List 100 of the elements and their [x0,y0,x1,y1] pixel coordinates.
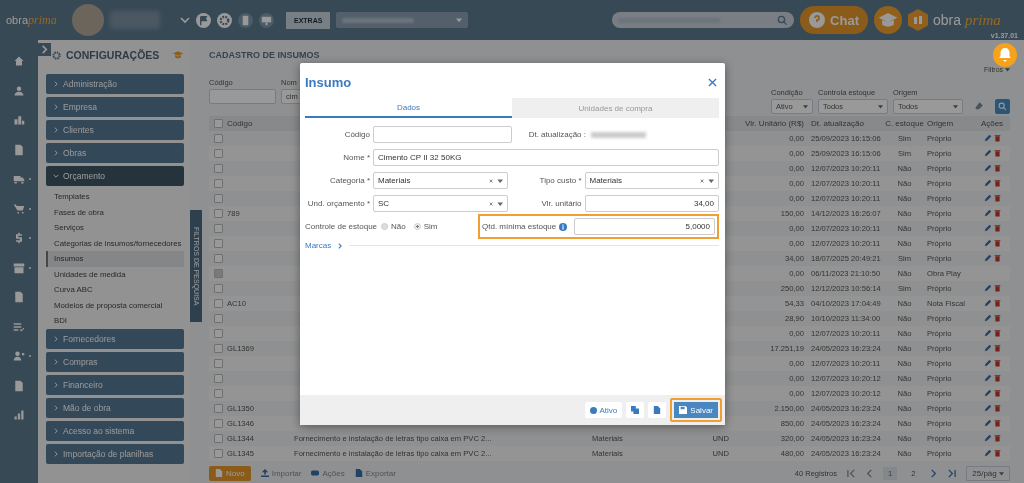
unit-select[interactable]: SC [373,195,508,212]
menu-group[interactable]: Mão de obra [46,397,184,418]
trash-icon[interactable] [993,209,1001,218]
trash-icon[interactable] [993,359,1001,368]
search-icon[interactable] [777,14,789,26]
info-icon[interactable] [559,222,568,231]
checkbox[interactable] [214,283,223,293]
eraser-icon[interactable] [974,100,984,111]
checkbox[interactable] [214,388,223,398]
min-stock-field[interactable]: 5,0000 [574,218,715,235]
next-page-icon[interactable] [929,468,939,478]
users-icon[interactable] [13,350,25,362]
menu-group[interactable]: Administração [46,74,184,94]
trash-icon[interactable] [993,344,1001,353]
trash-icon[interactable] [993,299,1001,308]
trash-icon[interactable] [993,149,1001,158]
checkbox[interactable] [214,193,223,203]
checkbox[interactable] [214,373,223,383]
price-field[interactable]: 34,00 [584,195,719,212]
trash-icon[interactable] [993,164,1001,173]
trash-icon[interactable] [993,389,1001,398]
buildings-icon[interactable] [13,114,25,126]
checkbox[interactable] [214,178,223,188]
cost-type-select[interactable]: Materiais [584,172,719,189]
menu-group[interactable]: Clientes [46,120,184,140]
trash-icon[interactable] [993,404,1001,413]
list-check-icon[interactable] [13,320,25,333]
trash-icon[interactable] [993,134,1001,143]
checkbox[interactable] [214,223,223,233]
bell-icon[interactable] [993,43,1017,67]
checkbox[interactable] [214,118,223,128]
dollar-icon[interactable] [13,232,25,244]
filter-field[interactable] [209,88,276,104]
trash-icon[interactable] [993,434,1001,443]
chevron-icon[interactable] [180,15,190,25]
checkbox[interactable] [214,328,223,338]
flag-icon[interactable] [196,12,211,28]
radio-option[interactable]: Não [381,222,406,231]
trash-icon[interactable] [993,314,1001,323]
clear-caret-icon[interactable] [700,177,714,184]
checkbox[interactable] [214,418,223,428]
menu-group[interactable]: Empresa [46,97,184,117]
save-button[interactable]: Salvar [674,402,718,418]
trash-icon[interactable] [993,284,1001,293]
home-icon[interactable] [13,55,25,67]
search-button[interactable] [995,98,1010,114]
graduation-cap-icon[interactable] [172,49,184,61]
active-toggle[interactable]: Ativo [584,402,623,418]
trash-icon[interactable] [993,254,1001,263]
menu-group[interactable]: Acesso ao sistema [46,420,184,441]
user-icon[interactable] [13,84,25,97]
checkbox[interactable] [214,238,223,248]
clear-caret-icon[interactable] [488,200,503,207]
document-icon[interactable] [13,379,25,392]
settings-icon[interactable] [217,12,232,28]
brands-link[interactable]: Marcas [305,241,332,250]
cart-icon[interactable] [13,202,25,215]
graduation-cap-icon[interactable] [874,6,902,34]
trash-icon[interactable] [993,374,1001,383]
previous-page-icon[interactable] [864,468,874,478]
menu-group[interactable]: Fornecedores [46,328,184,349]
last-page-icon[interactable] [947,468,957,478]
chevron-icon[interactable] [337,242,344,249]
code-field[interactable] [373,126,512,143]
monitor-icon[interactable] [259,12,274,28]
tab[interactable]: Unidades de compra [512,98,719,118]
page-size-select[interactable]: 25/pág [966,465,1010,481]
document-icon[interactable] [13,143,25,156]
close-icon[interactable] [708,77,717,87]
checkbox[interactable] [214,298,223,308]
menu-group[interactable]: Orçamento [46,166,184,186]
menu-group[interactable]: Compras [46,351,184,372]
menu-group[interactable]: Importação de planilhas [46,443,184,464]
checkbox[interactable] [214,133,223,143]
trash-icon[interactable] [993,419,1001,428]
checkbox[interactable] [214,253,223,263]
name-field[interactable]: Cimento CP II 32 50KG [373,149,719,166]
first-page-icon[interactable] [846,468,856,478]
trash-icon[interactable] [993,329,1001,338]
trash-icon[interactable] [993,194,1001,203]
checkbox[interactable] [214,208,223,218]
copy-button[interactable] [626,402,645,418]
document-icon[interactable] [13,291,25,303]
checkbox[interactable] [214,163,223,173]
checkbox[interactable] [214,148,223,158]
checkbox[interactable] [214,358,223,368]
collapse-icon[interactable] [38,43,51,56]
document-button[interactable] [648,402,667,418]
chart-icon[interactable] [13,409,25,421]
radio-option[interactable]: Sim [413,222,438,231]
checkbox[interactable] [214,313,223,323]
archive-icon[interactable] [13,261,25,274]
tablet-icon[interactable] [238,12,253,28]
checkbox[interactable] [214,433,223,443]
checkbox[interactable] [214,343,223,353]
trash-icon[interactable] [993,179,1001,188]
menu-group[interactable]: Financeiro [46,374,184,395]
checkbox[interactable] [214,403,223,413]
category-select[interactable]: Materiais [373,172,508,189]
checkbox[interactable] [214,448,223,458]
